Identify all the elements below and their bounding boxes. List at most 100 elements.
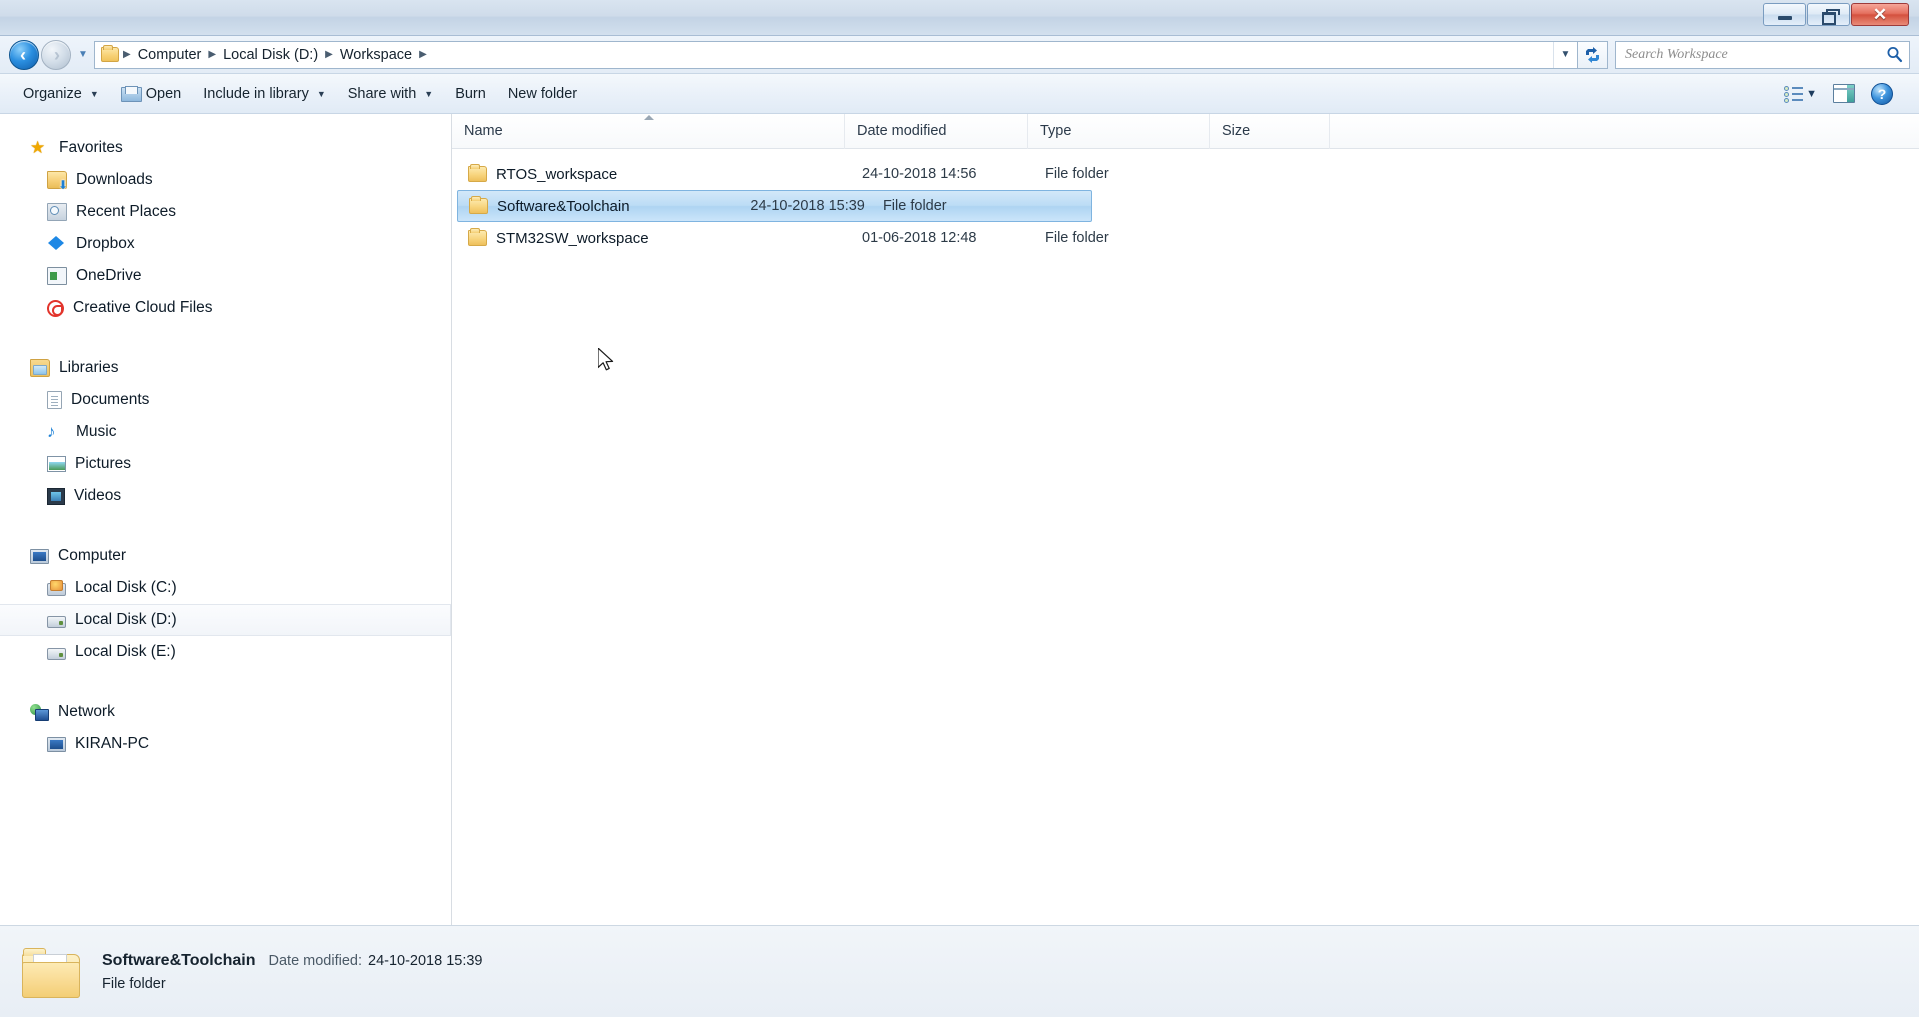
- breadcrumb-separator-icon[interactable]: ▶: [121, 49, 133, 60]
- dropbox-icon: [47, 235, 67, 253]
- command-bar: Organize ▼ Open Include in library ▼ Sha…: [0, 74, 1919, 114]
- sidebar-item-music[interactable]: ♪ Music: [0, 416, 451, 448]
- share-with-button[interactable]: Share with ▼: [337, 81, 444, 107]
- file-rows[interactable]: RTOS_workspace 24-10-2018 14:56 File fol…: [452, 149, 1919, 925]
- sidebar-label: KIRAN-PC: [75, 735, 150, 752]
- column-header-size[interactable]: Size: [1210, 113, 1330, 149]
- onedrive-icon: [47, 267, 67, 285]
- sidebar-item-recent-places[interactable]: Recent Places: [0, 196, 451, 228]
- explorer-body: ★ Favorites Downloads Recent Places Drop…: [0, 113, 1919, 925]
- sidebar-item-local-disk-d[interactable]: Local Disk (D:): [0, 604, 451, 636]
- breadcrumb-item-workspace[interactable]: Workspace: [335, 47, 417, 63]
- column-header-filler: [1330, 114, 1919, 149]
- sidebar-item-local-disk-c[interactable]: Local Disk (C:): [0, 572, 451, 604]
- sidebar-item-videos[interactable]: Videos: [0, 480, 451, 512]
- search-box[interactable]: Search Workspace: [1615, 40, 1910, 69]
- address-dropdown-button[interactable]: ▼: [1553, 41, 1577, 68]
- organize-button[interactable]: Organize ▼: [12, 81, 110, 107]
- sidebar-item-documents[interactable]: Documents: [0, 384, 451, 416]
- column-label: Date modified: [857, 123, 947, 139]
- forward-button[interactable]: ›: [41, 39, 71, 70]
- maximize-icon: [1821, 8, 1840, 25]
- search-input[interactable]: Search Workspace: [1625, 47, 1886, 63]
- back-button[interactable]: ‹: [9, 39, 39, 70]
- sidebar-label: Videos: [74, 487, 122, 504]
- maximize-button[interactable]: [1807, 3, 1850, 26]
- open-button[interactable]: Open: [110, 81, 192, 107]
- column-label: Type: [1040, 123, 1072, 139]
- sidebar-header-libraries[interactable]: Libraries: [0, 352, 451, 384]
- new-folder-label: New folder: [507, 85, 578, 102]
- sidebar-divider: [0, 512, 451, 540]
- breadcrumb-bar[interactable]: ▶ Computer ▶ Local Disk (D:) ▶ Workspace…: [94, 40, 1578, 69]
- music-icon: ♪: [47, 422, 56, 441]
- column-label: Name: [464, 123, 503, 139]
- downloads-folder-icon: [47, 171, 68, 191]
- minimize-button[interactable]: [1763, 3, 1806, 26]
- sidebar-label: OneDrive: [76, 267, 142, 284]
- sidebar-header-favorites[interactable]: ★ Favorites: [0, 132, 451, 164]
- preview-pane-icon[interactable]: [1833, 84, 1855, 103]
- sidebar-header-computer[interactable]: Computer: [0, 540, 451, 572]
- sidebar-label: Libraries: [59, 359, 119, 376]
- recent-places-icon: [47, 203, 67, 221]
- sidebar-item-local-disk-e[interactable]: Local Disk (E:): [0, 636, 451, 668]
- file-type-cell: File folder: [882, 198, 947, 214]
- refresh-icon: [1586, 46, 1599, 63]
- column-label: Size: [1222, 123, 1251, 139]
- help-icon[interactable]: ?: [1871, 82, 1893, 105]
- file-date-cell: 01-06-2018 12:48: [862, 230, 977, 246]
- file-name-cell: STM32SW_workspace: [457, 228, 850, 247]
- breadcrumb-separator-icon[interactable]: ▶: [417, 49, 429, 60]
- sidebar-divider: [0, 324, 451, 352]
- breadcrumb-separator-icon[interactable]: ▶: [323, 49, 335, 60]
- navigation-pane[interactable]: ★ Favorites Downloads Recent Places Drop…: [0, 114, 452, 925]
- table-row[interactable]: RTOS_workspace 24-10-2018 14:56 File fol…: [457, 158, 1919, 190]
- sidebar-label: Network: [58, 703, 115, 720]
- sidebar-item-onedrive[interactable]: OneDrive: [0, 260, 451, 292]
- sidebar-label: Documents: [71, 391, 150, 408]
- title-bar: ✕: [0, 0, 1919, 36]
- chevron-down-icon: ▼: [89, 88, 99, 99]
- column-header-name[interactable]: Name: [452, 113, 845, 149]
- file-list-pane: Name Date modified Type Size RTOS_worksp…: [452, 113, 1919, 925]
- breadcrumb-item-local-disk-d[interactable]: Local Disk (D:): [218, 47, 323, 63]
- include-in-library-button[interactable]: Include in library ▼: [192, 81, 337, 107]
- system-disk-icon: [47, 579, 66, 596]
- view-options-icon: [1784, 85, 1804, 103]
- search-icon[interactable]: [1886, 46, 1903, 63]
- burn-button[interactable]: Burn: [444, 81, 497, 107]
- file-name-cell: Software&Toolchain: [458, 196, 738, 215]
- sidebar-item-downloads[interactable]: Downloads: [0, 164, 451, 196]
- table-row[interactable]: STM32SW_workspace 01-06-2018 12:48 File …: [457, 222, 1919, 254]
- sidebar-item-creative-cloud-files[interactable]: Creative Cloud Files: [0, 292, 451, 324]
- sidebar-item-pictures[interactable]: Pictures: [0, 448, 451, 480]
- file-type-cell: File folder: [1045, 230, 1109, 246]
- details-text: Software&Toolchain Date modified: 24-10-…: [102, 952, 483, 992]
- sidebar-label: Recent Places: [76, 203, 176, 220]
- sidebar-label: Local Disk (D:): [75, 611, 177, 628]
- column-header-date-modified[interactable]: Date modified: [845, 113, 1028, 149]
- details-pane: Software&Toolchain Date modified: 24-10-…: [0, 925, 1919, 1017]
- breadcrumb-separator-icon[interactable]: ▶: [206, 49, 218, 60]
- refresh-button[interactable]: [1578, 40, 1608, 69]
- file-name-cell: RTOS_workspace: [457, 164, 850, 183]
- column-header-type[interactable]: Type: [1028, 113, 1210, 149]
- network-computer-icon: [47, 736, 66, 752]
- new-folder-button[interactable]: New folder: [497, 81, 588, 107]
- recent-pages-button[interactable]: ▼: [75, 46, 91, 64]
- creative-cloud-icon: [47, 299, 64, 317]
- view-options-button[interactable]: ▼: [1784, 85, 1817, 103]
- sidebar-item-kiran-pc[interactable]: KIRAN-PC: [0, 728, 451, 760]
- sidebar-item-dropbox[interactable]: Dropbox: [0, 228, 451, 260]
- sidebar-header-network[interactable]: Network: [0, 696, 451, 728]
- burn-label: Burn: [455, 85, 486, 102]
- star-icon: ★: [30, 138, 46, 157]
- close-button[interactable]: ✕: [1851, 3, 1909, 26]
- breadcrumb-item-computer[interactable]: Computer: [133, 47, 207, 63]
- include-in-library-label: Include in library: [203, 85, 309, 102]
- sidebar-label: Music: [76, 423, 117, 440]
- open-label: Open: [145, 85, 182, 102]
- table-row[interactable]: Software&Toolchain 24-10-2018 15:39 File…: [457, 190, 1092, 222]
- sidebar-label: Pictures: [75, 455, 131, 472]
